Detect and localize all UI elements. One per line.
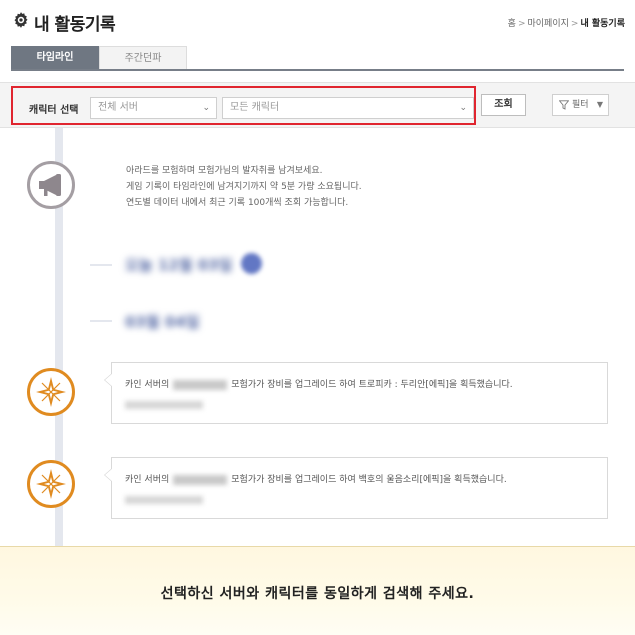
info-line: 게임 기록이 타임라인에 남겨지기까지 약 5분 가량 소요됩니다. xyxy=(126,182,362,192)
achievement-circle xyxy=(27,460,75,508)
breadcrumb-current: 내 활동기록 xyxy=(580,19,625,29)
breadcrumb-mypage[interactable]: 마이페이지 xyxy=(528,19,569,29)
timeline-card: 카인 서버의 모험가가 장비를 업그레이드 하여 백호의 울음소리[에픽]을 획득… xyxy=(104,457,608,519)
compass-star-icon xyxy=(36,469,66,499)
instruction-banner: 선택하신 서버와 캐릭터를 동일하게 검색해 주세요. xyxy=(0,546,635,635)
card-text: 카인 서버의 모험가가 장비를 업그레이드 하여 트로피카 : 두리안[에픽]을 … xyxy=(125,377,513,390)
achievement-circle xyxy=(27,368,75,416)
highlight-box: 캐릭터 선택 전체 서버 ⌄ 모든 캐릭터 ⌄ xyxy=(11,86,476,125)
character-select[interactable]: 모든 캐릭터 ⌄ xyxy=(222,97,474,119)
filter-button[interactable]: 필터 ▼ xyxy=(552,94,609,116)
character-select-value: 모든 캐릭터 xyxy=(230,102,280,113)
card-message: 모험가가 장비를 업그레이드 하여 트로피카 : 두리안[에픽]을 획득했습니다… xyxy=(231,380,513,390)
card-prefix: 카인 서버의 xyxy=(125,475,170,485)
date-label: 03월 04일 xyxy=(125,313,200,331)
date-label-today: 오늘 12월 03일 xyxy=(125,256,233,274)
breadcrumb: 홈 > 마이페이지 > 내 활동기록 xyxy=(507,19,625,29)
page-header: 내 활동기록 홈 > 마이페이지 > 내 활동기록 xyxy=(0,0,635,42)
funnel-icon xyxy=(559,99,569,110)
search-button[interactable]: 조회 xyxy=(481,94,526,116)
card-text: 카인 서버의 모험가가 장비를 업그레이드 하여 백호의 울음소리[에픽]을 획득… xyxy=(125,472,507,485)
blurred-character-name xyxy=(173,474,228,485)
megaphone-circle xyxy=(27,161,75,209)
server-select[interactable]: 전체 서버 ⌄ xyxy=(90,97,217,119)
blurred-character-name xyxy=(173,379,228,390)
timeline-card: 카인 서버의 모험가가 장비를 업그레이드 하여 트로피카 : 두리안[에픽]을 … xyxy=(104,362,608,424)
chevron-down-icon: ⌄ xyxy=(459,103,467,113)
filter-label: 필터 xyxy=(572,100,589,110)
info-line: 아라드를 모험하며 모험가님의 발자취를 남겨보세요. xyxy=(126,166,323,176)
info-line: 연도별 데이터 내에서 최근 기록 100개씩 조회 가능합니다. xyxy=(126,198,349,208)
character-select-label: 캐릭터 선택 xyxy=(29,105,79,116)
tab-weekly[interactable]: 주간던파 xyxy=(99,46,187,69)
server-select-value: 전체 서버 xyxy=(98,102,138,113)
card-message: 모험가가 장비를 업그레이드 하여 백호의 울음소리[에픽]을 획득했습니다. xyxy=(231,475,507,485)
date-badge xyxy=(241,253,262,274)
blurred-timestamp xyxy=(125,496,203,504)
date-connector xyxy=(90,320,112,322)
gear-icon xyxy=(14,12,28,28)
chevron-down-icon: ⌄ xyxy=(202,103,210,113)
breadcrumb-home[interactable]: 홈 xyxy=(508,19,516,29)
blurred-timestamp xyxy=(125,401,203,409)
compass-star-icon xyxy=(36,377,66,407)
caret-down-icon: ▼ xyxy=(596,100,603,109)
tab-bar: 타임라인 주간던파 xyxy=(11,46,624,71)
date-connector xyxy=(90,264,112,266)
info-text: 아라드를 모험하며 모험가님의 발자취를 남겨보세요. 게임 기록이 타임라인에… xyxy=(126,163,362,211)
page-title: 내 활동기록 xyxy=(34,15,116,35)
search-bar: 캐릭터 선택 전체 서버 ⌄ 모든 캐릭터 ⌄ 조회 필터 ▼ xyxy=(0,82,635,128)
card-prefix: 카인 서버의 xyxy=(125,380,170,390)
megaphone-icon xyxy=(39,174,61,196)
tab-timeline[interactable]: 타임라인 xyxy=(11,46,99,69)
banner-text: 선택하신 서버와 캐릭터를 동일하게 검색해 주세요. xyxy=(160,586,475,602)
